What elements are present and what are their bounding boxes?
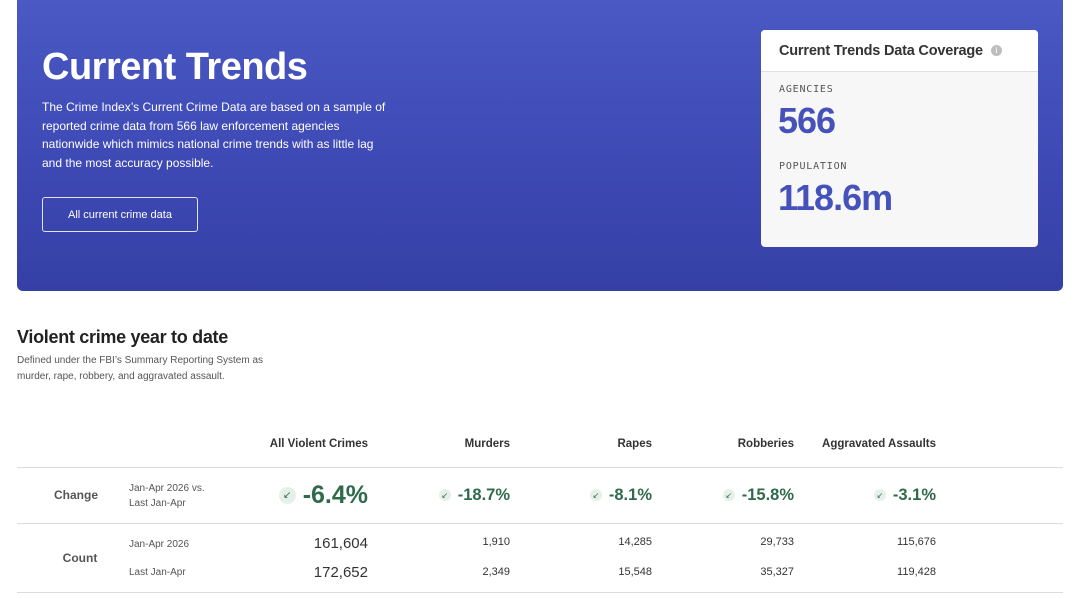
count-previous-murders: 2,349 [482,566,510,578]
change-aggravated-assaults: ↙ -3.1% [806,484,936,506]
change-value: -15.8% [741,485,794,504]
arrow-down-left-icon: ↙ [589,489,602,501]
coverage-header: Current Trends Data Coverage i [761,30,1038,72]
all-current-crime-data-button[interactable]: All current crime data [42,197,198,232]
info-icon[interactable]: i [990,45,1002,56]
column-header-robberies: Robberies [737,438,794,450]
count-previous-all-violent-crimes: 172,652 [313,564,368,581]
change-value: -8.1% [608,485,652,504]
change-rapes: ↙ -8.1% [522,484,652,506]
section-title: Violent crime year to date [17,327,228,347]
hero-description: The Crime Index’s Current Crime Data are… [42,100,386,170]
arrow-down-left-icon: ↙ [722,489,735,501]
count-current-robberies: 29,733 [760,536,794,548]
count-current-aggravated-assaults: 115,676 [897,536,936,548]
row-label-change: Change [53,488,98,502]
population-label: POPULATION [779,161,848,172]
count-current-rapes: 14,285 [618,536,652,548]
change-value: -3.1% [892,485,936,504]
count-previous-aggravated-assaults: 119,428 [897,566,936,578]
row-label-count: Count [62,551,98,565]
hero-title: Current Trends [42,46,308,88]
change-all-violent-crimes: ↙ -6.4% [218,479,368,511]
column-header-murders: Murders [464,438,510,450]
agencies-label: AGENCIES [779,84,834,95]
population-value: 118.6m [778,177,893,218]
table-divider [17,467,1063,468]
change-value: -18.7% [457,485,510,504]
change-period-line1: Jan-Apr 2026 vs. [129,483,205,494]
table-divider [17,523,1063,524]
coverage-title: Current Trends Data Coverage [779,42,983,59]
change-murders: ↙ -18.7% [380,484,510,506]
arrow-down-left-icon: ↙ [278,486,296,504]
count-current-all-violent-crimes: 161,604 [313,535,368,552]
column-header-aggravated-assaults: Aggravated Assaults [822,438,936,450]
change-robberies: ↙ -15.8% [664,484,794,506]
count-period-previous: Last Jan-Apr [129,567,186,578]
data-coverage-card: Current Trends Data Coverage i AGENCIES … [761,30,1038,247]
arrow-down-left-icon: ↙ [438,489,451,501]
count-current-murders: 1,910 [482,536,510,548]
count-previous-rapes: 15,548 [618,566,652,578]
section-description: Defined under the FBI’s Summary Reportin… [17,355,264,382]
count-period-current: Jan-Apr 2026 [129,539,190,550]
change-period-line2: Last Jan-Apr [129,498,186,509]
change-value: -6.4% [302,480,368,509]
column-header-rapes: Rapes [617,438,652,450]
hero-banner: Current Trends The Crime Index’s Current… [17,0,1063,291]
table-divider [17,592,1063,593]
arrow-down-left-icon: ↙ [873,489,886,501]
agencies-value: 566 [778,100,836,141]
column-header-all-violent-crimes: All Violent Crimes [269,438,368,450]
count-previous-robberies: 35,327 [760,566,794,578]
